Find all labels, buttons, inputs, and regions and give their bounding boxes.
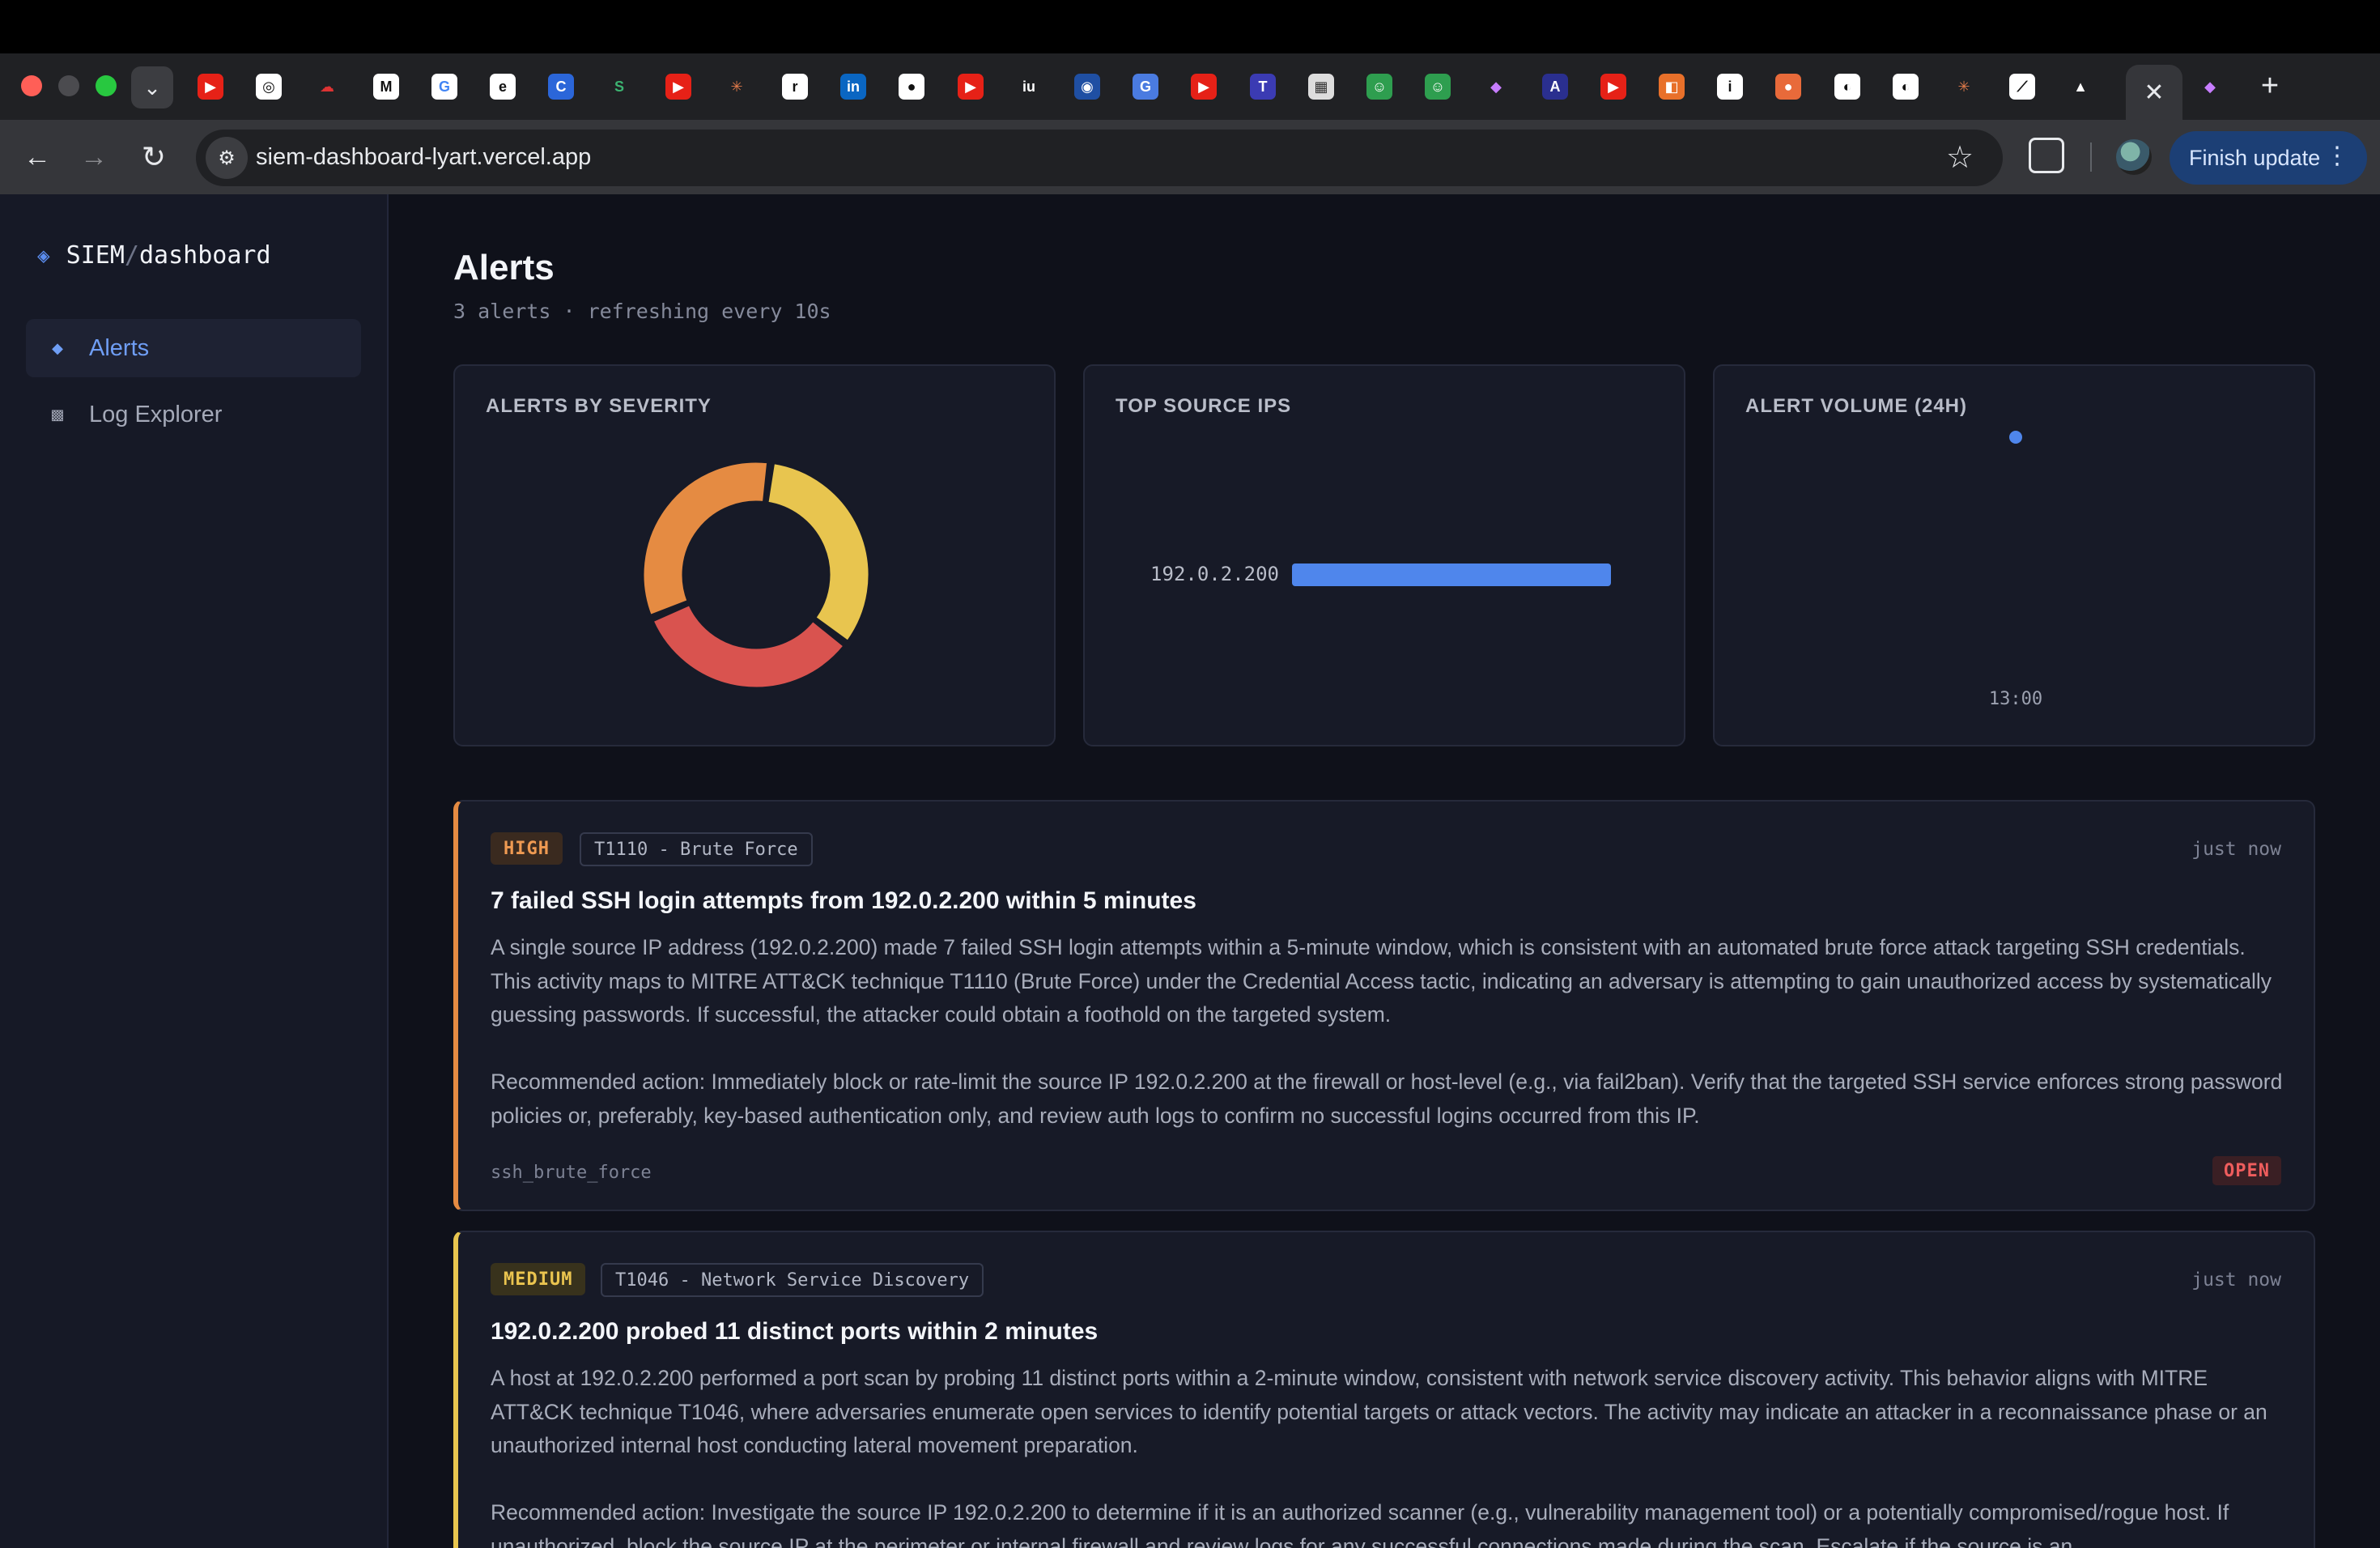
- tab-favicon[interactable]: e: [490, 74, 516, 100]
- tab-favicon[interactable]: ▶: [1600, 74, 1626, 100]
- brand-slash: /: [124, 241, 139, 270]
- status-badge[interactable]: OPEN: [2212, 1156, 2281, 1185]
- brand-prefix: SIEM: [66, 241, 125, 270]
- tab-favicon[interactable]: M: [373, 74, 399, 100]
- chevron-down-icon: ⌄: [143, 74, 161, 100]
- more-vert-icon: ⋮: [2325, 142, 2349, 169]
- line-point: [2009, 431, 2022, 444]
- tab-favicon[interactable]: ▶: [198, 74, 223, 100]
- tab-favicon[interactable]: ◆: [2197, 74, 2223, 100]
- tab-favicon[interactable]: ✳: [724, 74, 750, 100]
- tab-favicon[interactable]: ◐: [1834, 74, 1860, 100]
- tab-favicon[interactable]: ◧: [1659, 74, 1685, 100]
- sidebar-item-alerts[interactable]: ◆ Alerts: [26, 319, 361, 377]
- severity-badge: MEDIUM: [491, 1263, 586, 1295]
- brand-suffix: dashboard: [138, 241, 271, 270]
- tab-favicon[interactable]: ☺: [1366, 74, 1392, 100]
- window-titlebar: [0, 0, 2380, 53]
- toolbar-divider: [2090, 142, 2092, 172]
- sidebar-item-log-explorer[interactable]: ▩ Log Explorer: [26, 385, 361, 444]
- tab-favicon[interactable]: S: [606, 74, 632, 100]
- tab-favicon[interactable]: ☁: [314, 74, 340, 100]
- tab-favicon[interactable]: ◉: [1074, 74, 1100, 100]
- tab-favicon[interactable]: ▦: [1308, 74, 1334, 100]
- site-info-icon[interactable]: ⚙: [206, 137, 248, 179]
- tab-favicon[interactable]: ✳: [1951, 74, 1977, 100]
- tab-favicon[interactable]: ⟋: [2009, 74, 2035, 100]
- donut-slice: [641, 460, 770, 618]
- finish-update-button[interactable]: Finish update ⋮: [2170, 131, 2367, 185]
- main-content: Alerts 3 alerts · refreshing every 10s A…: [390, 194, 2380, 1548]
- severity-donut-chart: [641, 460, 871, 690]
- alert-volume-line-chart: 13:00: [1989, 431, 2042, 709]
- severity-badge: HIGH: [491, 832, 563, 865]
- tab-favicon[interactable]: ◆: [1483, 74, 1509, 100]
- alert-description: A single source IP address (192.0.2.200)…: [491, 935, 2283, 1128]
- tab-favicon[interactable]: C: [548, 74, 574, 100]
- top-ips-chart-panel: TOP SOURCE IPS 192.0.2.200: [1083, 364, 1685, 746]
- arrow-right-icon: →: [80, 141, 108, 172]
- alert-timestamp: just now: [2191, 839, 2281, 860]
- tab-favicon[interactable]: G: [431, 74, 457, 100]
- tab-favicon[interactable]: iu: [1016, 74, 1042, 100]
- x-tick-label: 13:00: [1989, 689, 2042, 709]
- alert-title: 192.0.2.200 probed 11 distinct ports wit…: [491, 1318, 1099, 1345]
- url-text[interactable]: siem-dashboard-lyart.vercel.app: [256, 144, 591, 171]
- reload-icon: ↻: [141, 140, 167, 173]
- tab-favicon[interactable]: ▲: [2068, 74, 2093, 100]
- tab-favicon[interactable]: r: [782, 74, 808, 100]
- bar-category-label: 192.0.2.200: [1150, 563, 1279, 585]
- close-icon[interactable]: ✕: [2144, 79, 2164, 107]
- window-minimize-button[interactable]: [58, 75, 79, 96]
- tab-favicon[interactable]: ▶: [665, 74, 691, 100]
- diamond-icon: ◆: [52, 339, 63, 356]
- back-button[interactable]: ←: [18, 138, 57, 176]
- tab-favicon[interactable]: ◐: [1893, 74, 1919, 100]
- alert-description: A host at 192.0.2.200 performed a port s…: [491, 1366, 2267, 1548]
- bookmark-star-icon[interactable]: ☆: [1946, 139, 1974, 176]
- new-tab-button[interactable]: +: [2254, 69, 2286, 103]
- diamond-icon: ◈: [37, 243, 50, 268]
- severity-chart-panel: ALERTS BY SEVERITY: [453, 364, 1056, 746]
- page-title: Alerts: [453, 248, 555, 287]
- window-close-button[interactable]: [21, 75, 42, 96]
- alert-card[interactable]: MEDIUM T1046 - Network Service Discovery…: [453, 1231, 2315, 1548]
- tab-search-button[interactable]: ⌄: [131, 66, 173, 108]
- tab-favicon[interactable]: i: [1717, 74, 1743, 100]
- extensions-icon[interactable]: [2029, 138, 2064, 173]
- forward-button[interactable]: →: [74, 138, 113, 176]
- tab-favicon[interactable]: T: [1250, 74, 1276, 100]
- tab-favicon[interactable]: ●: [899, 74, 924, 100]
- active-tab[interactable]: ✕: [2126, 65, 2182, 120]
- finish-update-label: Finish update: [2189, 145, 2321, 170]
- profile-avatar[interactable]: [2116, 139, 2152, 175]
- tab-favicon[interactable]: ◎: [256, 74, 282, 100]
- sidebar-item-label: Log Explorer: [89, 401, 223, 427]
- alert-card[interactable]: HIGH T1110 - Brute Force just now 7 fail…: [453, 800, 2315, 1211]
- technique-badge: T1110 - Brute Force: [580, 832, 813, 866]
- tab-favicon[interactable]: in: [840, 74, 866, 100]
- reload-button[interactable]: ↻: [134, 138, 173, 176]
- top-ips-bar-chart: 192.0.2.200: [1150, 563, 1611, 586]
- tab-favicon[interactable]: ▶: [1191, 74, 1217, 100]
- alert-timestamp: just now: [2191, 1269, 2281, 1291]
- brand-logo[interactable]: ◈ SIEM / dashboard: [37, 241, 271, 270]
- bar: [1292, 563, 1611, 586]
- page-subtitle: 3 alerts · refreshing every 10s: [453, 300, 831, 323]
- alert-rule-name: ssh_brute_force: [491, 1163, 652, 1183]
- tab-favicon[interactable]: ▶: [958, 74, 984, 100]
- arrow-left-icon: ←: [23, 141, 51, 172]
- donut-slice: [766, 461, 871, 644]
- sidebar-item-label: Alerts: [89, 334, 150, 361]
- tab-favicon[interactable]: A: [1542, 74, 1568, 100]
- sidebar: ◈ SIEM / dashboard ◆ Alerts ▩ Log Explorer: [0, 194, 389, 1548]
- volume-chart-panel: ALERT VOLUME (24H) 13:00: [1713, 364, 2315, 746]
- tab-favicon[interactable]: ●: [1775, 74, 1801, 100]
- window-maximize-button[interactable]: [96, 75, 117, 96]
- alert-title: 7 failed SSH login attempts from 192.0.2…: [491, 887, 1196, 914]
- tab-favicon[interactable]: ☺: [1425, 74, 1451, 100]
- square-icon: ▩: [50, 406, 65, 423]
- tab-favicon[interactable]: G: [1133, 74, 1158, 100]
- technique-badge: T1046 - Network Service Discovery: [601, 1263, 984, 1297]
